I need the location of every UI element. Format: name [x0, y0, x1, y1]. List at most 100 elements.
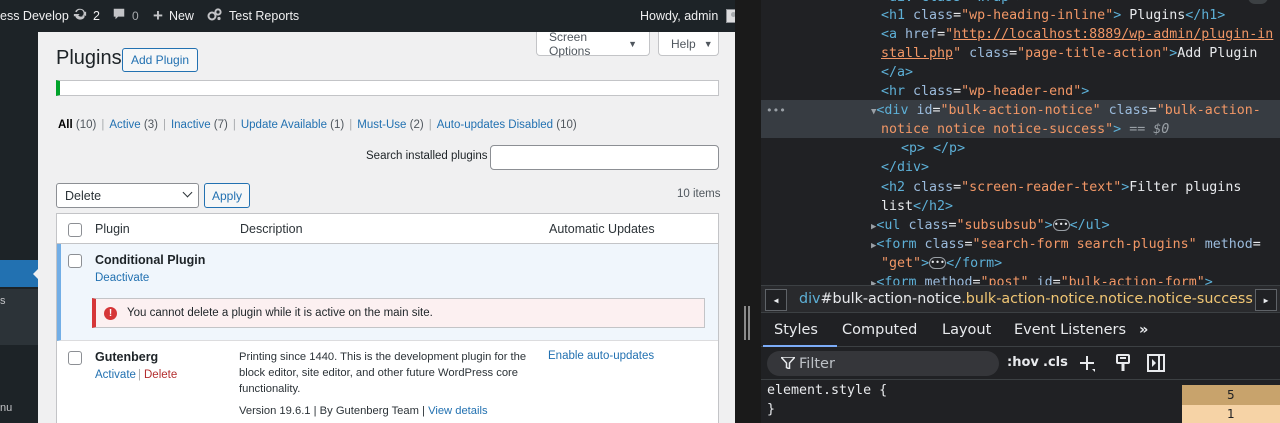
filter-update-available[interactable]: Update Available	[241, 119, 327, 131]
filter-active[interactable]: Active	[109, 119, 140, 131]
bulk-action-select[interactable]: Delete	[56, 183, 199, 208]
submenu-item-fragment[interactable]: s	[0, 295, 6, 307]
paint-format-icon[interactable]	[1113, 353, 1133, 373]
dom-line-div-close[interactable]: </div>	[881, 158, 929, 177]
dom-line-ul[interactable]: ▶<ul class="subsubsub">•••</ul>	[871, 216, 1110, 235]
deactivate-link[interactable]: Deactivate	[95, 272, 149, 284]
toggle-sidebar-icon[interactable]	[1146, 353, 1166, 373]
screen-options-label: Screen Options	[549, 32, 591, 58]
error-icon: !	[104, 306, 117, 320]
filter-count: (10)	[556, 119, 577, 131]
dom-line-form[interactable]: ▶<form class="search-form search-plugins…	[871, 235, 1261, 254]
devtools-corner-button[interactable]	[1248, 0, 1268, 4]
submenu: s	[0, 289, 38, 345]
select-all-checkbox[interactable]	[68, 223, 82, 237]
dom-line-div-selected[interactable]: ▼<div id="bulk-action-notice" class="bul…	[871, 101, 1261, 120]
howdy-label: Howdy, admin	[640, 9, 719, 23]
plugins-table: Plugin Description Automatic Updates Con…	[56, 213, 719, 423]
filter-auto-updates-disabled[interactable]: Auto-updates Disabled	[437, 119, 553, 131]
view-details-link[interactable]: View details	[428, 405, 488, 417]
new-style-rule-icon[interactable]	[1078, 353, 1098, 373]
dom-line-div-cont[interactable]: notice notice notice-success"> == $0	[881, 120, 1169, 139]
table-row: Conditional Plugin Deactivate	[57, 244, 718, 295]
dom-line-p[interactable]: <p> </p>	[901, 139, 965, 158]
dom-line-next[interactable]: ▶<form method="post" id="bulk-action-for…	[871, 273, 1213, 285]
breadcrumb-right-icon[interactable]: ▶	[1255, 289, 1277, 311]
screen-options-button[interactable]: Screen Options ▼	[536, 32, 650, 58]
tab-styles[interactable]: Styles	[774, 322, 818, 338]
devtools-panel: <div class="wrap"> <h1 class="wp-heading…	[761, 0, 1280, 423]
updates-icon	[73, 7, 87, 25]
new-content-link[interactable]: + New	[153, 0, 194, 32]
collapsed-ellipsis-icon[interactable]: •••	[929, 257, 947, 269]
error-message: You cannot delete a plugin while it is a…	[127, 307, 433, 319]
filter-inactive[interactable]: Inactive	[171, 119, 211, 131]
box-model-value: 1	[1227, 407, 1235, 421]
comments-count: 0	[132, 9, 139, 23]
row-checkbox[interactable]	[68, 351, 82, 365]
breadcrumb-left-icon[interactable]: ◀	[765, 289, 787, 311]
enable-auto-updates-link[interactable]: Enable auto-updates	[548, 350, 654, 362]
plugin-status-filters: All (10) | Active (3) | Inactive (7) | Update …	[58, 119, 577, 131]
sidebar-tabs: Styles Computed Layout Event Listeners »	[761, 313, 1280, 347]
devtools-splitter[interactable]	[735, 0, 761, 423]
test-reports-link[interactable]: Test Reports	[207, 0, 299, 32]
column-plugin[interactable]: Plugin	[95, 222, 130, 236]
bulk-action-notice	[56, 80, 719, 96]
plugin-meta: Version 19.6.1 | By Gutenberg Team | Vie…	[239, 403, 559, 419]
tab-layout[interactable]: Layout	[942, 322, 991, 338]
filter-count: (3)	[143, 119, 158, 131]
comment-icon	[112, 7, 126, 25]
dom-line-a[interactable]: <a href="http://localhost:8889/wp-admin/…	[881, 25, 1273, 44]
apply-button[interactable]: Apply	[204, 183, 250, 208]
updates-link[interactable]: 2	[73, 0, 100, 32]
more-tabs-icon[interactable]: »	[1139, 322, 1148, 338]
wp-content: Screen Options ▼ Help ▼ Plugins Add Plug…	[38, 32, 735, 423]
more-options-icon[interactable]: •••	[766, 104, 786, 117]
site-name-link[interactable]: ess Develop	[0, 0, 69, 32]
element-style-rule[interactable]: element.style {	[767, 381, 887, 400]
table-header: Plugin Description Automatic Updates	[57, 214, 718, 244]
plugin-description: Printing since 1440. This is the develop…	[239, 351, 527, 395]
dom-line-hr[interactable]: <hr class="wp-header-end">	[881, 82, 1089, 101]
table-row-error: ! You cannot delete a plugin while it is…	[57, 295, 718, 341]
dom-line-a-close[interactable]: </a>	[881, 63, 913, 82]
styles-filter-input[interactable]: Filter	[767, 351, 999, 376]
collapsed-ellipsis-icon[interactable]: •••	[1052, 219, 1070, 231]
filter-placeholder: Filter	[799, 355, 835, 372]
delete-link[interactable]: Delete	[144, 369, 177, 381]
comments-link[interactable]: 0	[112, 0, 139, 32]
dom-line-h1[interactable]: <h1 class="wp-heading-inline"> Plugins</…	[881, 6, 1225, 25]
box-model-inner: 1	[1182, 405, 1280, 423]
activate-link[interactable]: Activate	[95, 369, 136, 381]
collapse-menu-fragment[interactable]: nu	[0, 402, 12, 414]
filter-must-use[interactable]: Must-Use	[357, 119, 406, 131]
caret-down-icon: ▼	[628, 38, 637, 49]
help-button[interactable]: Help ▼	[658, 32, 719, 56]
filter-all[interactable]: All	[58, 119, 73, 131]
dom-line-h2-cont[interactable]: list</h2>	[881, 197, 953, 216]
error-notice: ! You cannot delete a plugin while it is…	[92, 298, 705, 328]
breadcrumb-selected[interactable]: div#bulk-action-notice.bulk-action-notic…	[799, 291, 1253, 307]
dom-line-a-cont[interactable]: stall.php" class="page-title-action">Add…	[881, 44, 1257, 63]
dom-line-form-cont[interactable]: "get">•••</form>	[881, 254, 1002, 273]
tab-computed[interactable]: Computed	[842, 322, 917, 338]
filter-count: (7)	[213, 119, 228, 131]
cls-toggle[interactable]: .cls	[1043, 355, 1068, 370]
filter-icon	[781, 357, 795, 369]
row-checkbox[interactable]	[68, 254, 82, 268]
column-auto-updates: Automatic Updates	[549, 222, 655, 236]
plugin-meta-text: Version 19.6.1 | By Gutenberg Team |	[239, 405, 429, 417]
styles-toolbar: Filter :hov .cls	[761, 347, 1280, 380]
tab-event-listeners[interactable]: Event Listeners	[1014, 322, 1126, 338]
hov-toggle[interactable]: :hov	[1007, 355, 1039, 370]
my-account-link[interactable]: Howdy, admin	[640, 0, 741, 32]
drag-handle-icon[interactable]	[744, 306, 746, 340]
dom-line-h2[interactable]: <h2 class="screen-reader-text">Filter pl…	[881, 178, 1241, 197]
gear-cluster-icon	[207, 7, 223, 25]
search-plugins-input[interactable]	[490, 145, 719, 170]
menu-item-plugins-current[interactable]	[0, 260, 39, 287]
help-label: Help	[671, 36, 696, 51]
add-plugin-button[interactable]: Add Plugin	[122, 48, 199, 72]
dom-breadcrumb-bar: ◀ div#bulk-action-notice.bulk-action-not…	[761, 285, 1280, 313]
